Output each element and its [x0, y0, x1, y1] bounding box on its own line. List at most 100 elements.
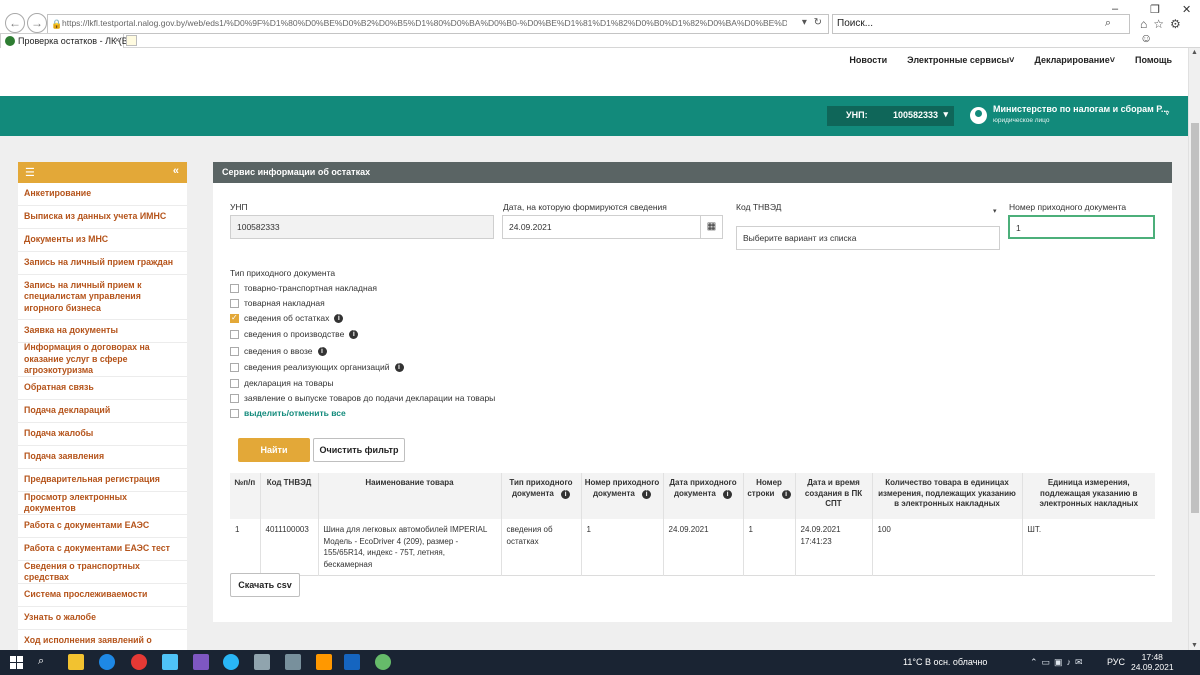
tab-close-icon[interactable]: ×: [115, 35, 120, 45]
file-explorer-icon[interactable]: [68, 654, 84, 670]
search-icon[interactable]: ⌕: [1105, 17, 1111, 30]
maximize-icon[interactable]: ❐: [1150, 3, 1160, 16]
nav-help[interactable]: Помощь: [1135, 55, 1172, 65]
col-header-doc-type[interactable]: Тип приходного документа i: [501, 473, 582, 519]
info-icon[interactable]: i: [781, 489, 791, 499]
info-icon[interactable]: i: [349, 329, 359, 339]
new-tab-button[interactable]: [126, 35, 137, 46]
sidebar-item-gaming-appointment[interactable]: Запись на личный прием к специалистам уп…: [18, 275, 187, 320]
doctype-option-tn[interactable]: товарная накладная: [230, 298, 325, 308]
sidebar-item-eaeu-documents[interactable]: Работа с документами ЕАЭС: [18, 515, 187, 538]
sidebar-item-citizen-appointment[interactable]: Запись на личный прием граждан: [18, 252, 187, 275]
back-icon[interactable]: ←: [5, 13, 25, 33]
user-app-icon[interactable]: [254, 654, 270, 670]
user-menu-chevron-icon[interactable]: ˅: [1165, 109, 1170, 118]
sidebar-item-preregistration[interactable]: Предварительная регистрация: [18, 469, 187, 492]
checkbox[interactable]: [230, 408, 239, 418]
info-icon[interactable]: i: [561, 489, 571, 499]
find-button[interactable]: Найти: [238, 438, 310, 462]
sidebar-item-survey[interactable]: Анкетирование: [18, 183, 187, 206]
doctype-option-sellers[interactable]: сведения реализующих организаций i: [230, 362, 404, 372]
checkbox-checked[interactable]: [230, 313, 239, 323]
doctype-option-ttn[interactable]: товарно-транспортная накладная: [230, 283, 377, 293]
messenger-icon[interactable]: [223, 654, 239, 670]
nav-declaration[interactable]: Декларирование˅: [1034, 55, 1115, 65]
page-scrollbar[interactable]: ▲ ▼: [1188, 48, 1200, 650]
select-all-option[interactable]: выделить/отменить все: [230, 408, 346, 418]
sidebar-item-imns-extract[interactable]: Выписка из данных учета ИМНС: [18, 206, 187, 229]
system-tray-icons[interactable]: ⌃▭▣♪✉: [1030, 657, 1087, 668]
tnved-select[interactable]: Выберите вариант из списка: [736, 226, 1000, 250]
tnved-chevron-down-icon[interactable]: ▾: [993, 207, 997, 215]
weather-widget[interactable]: 11°C В осн. облачно: [903, 657, 987, 667]
nav-news[interactable]: Новости: [849, 55, 887, 65]
app-icon[interactable]: [162, 654, 178, 670]
calendar-icon[interactable]: ▦: [701, 215, 723, 239]
doctype-option-release[interactable]: заявление о выпуске товаров до подачи де…: [230, 393, 495, 403]
info-icon[interactable]: i: [723, 489, 733, 499]
checkbox[interactable]: [230, 298, 239, 308]
sidebar-item-mns-documents[interactable]: Документы из МНС: [18, 229, 187, 252]
forward-icon[interactable]: →: [27, 13, 47, 33]
sidebar-item-eaeu-test[interactable]: Работа с документами ЕАЭС тест: [18, 538, 187, 561]
home-star-gear-icons[interactable]: ⌂☆⚙☺: [1140, 17, 1200, 45]
info-icon[interactable]: i: [394, 362, 404, 372]
checkbox[interactable]: [230, 393, 239, 403]
date-field[interactable]: 24.09.2021: [502, 215, 701, 239]
sidebar-item-application-progress[interactable]: Ход исполнения заявлений о: [18, 630, 187, 650]
language-indicator[interactable]: РУС: [1107, 657, 1125, 667]
minimize-icon[interactable]: –: [1112, 3, 1118, 15]
col-header-tnved[interactable]: Код ТНВЭД: [260, 473, 319, 519]
doctype-option-declaration[interactable]: декларация на товары: [230, 378, 334, 388]
select-all-link[interactable]: выделить/отменить все: [244, 408, 346, 418]
doctype-option-import[interactable]: сведения о ввозе i: [230, 346, 327, 356]
col-header-number[interactable]: №п/п: [230, 473, 261, 519]
info-icon[interactable]: i: [642, 489, 652, 499]
sidebar-item-application[interactable]: Подача заявления: [18, 446, 187, 469]
chrome-icon[interactable]: [131, 654, 147, 670]
doctype-option-remains[interactable]: сведения об остаткахi: [230, 313, 344, 323]
windows-start-icon[interactable]: [10, 656, 23, 669]
sidebar-item-agrotourism[interactable]: Информация о договорах на оказание услуг…: [18, 342, 187, 377]
sidebar-item-declarations[interactable]: Подача деклараций: [18, 400, 187, 423]
info-icon[interactable]: i: [334, 313, 344, 323]
refresh-icon[interactable]: ▾ ↻: [802, 17, 824, 28]
save-app-icon[interactable]: [193, 654, 209, 670]
globe-app-icon[interactable]: [375, 654, 391, 670]
user-app-2-icon[interactable]: [285, 654, 301, 670]
browser-tab[interactable]: Проверка остатков - ЛК (В... ×: [0, 33, 135, 48]
table-row[interactable]: 1 4011100003 Шина для легковых автомобил…: [230, 519, 1155, 576]
sidebar-item-complaint[interactable]: Подача жалобы: [18, 423, 187, 446]
clock[interactable]: 17:48 24.09.2021: [1131, 652, 1174, 672]
scroll-up-icon[interactable]: ▲: [1191, 49, 1198, 56]
bird-app-icon[interactable]: [316, 654, 332, 670]
search-icon[interactable]: ⌕: [38, 655, 44, 668]
user-name[interactable]: Министерство по налогам и сборам Р...: [993, 104, 1168, 114]
unp-selector[interactable]: УНП: 100582333 ▾: [827, 106, 954, 126]
scroll-thumb[interactable]: [1191, 123, 1199, 513]
collapse-icon[interactable]: «: [173, 165, 179, 177]
docnum-field[interactable]: 1: [1008, 215, 1155, 239]
hamburger-icon[interactable]: ☰: [25, 166, 35, 179]
checkbox[interactable]: [230, 362, 239, 372]
search-input[interactable]: Поиск... ⌕: [832, 14, 1130, 34]
col-header-doc-date[interactable]: Дата приходного документа i: [663, 473, 744, 519]
col-header-created[interactable]: Дата и время создания в ПК СПТ: [795, 473, 873, 519]
download-csv-button[interactable]: Скачать csv: [230, 573, 300, 597]
scroll-down-icon[interactable]: ▼: [1191, 642, 1198, 649]
col-header-product-name[interactable]: Наименование товара: [318, 473, 502, 519]
sidebar-item-vehicles[interactable]: Сведения о транспортных средствах: [18, 561, 187, 584]
sidebar-item-traceability[interactable]: Система прослеживаемости: [18, 584, 187, 607]
sidebar-item-complaint-status[interactable]: Узнать о жалобе: [18, 607, 187, 630]
checkbox[interactable]: [230, 329, 239, 339]
sidebar-item-document-request[interactable]: Заявка на документы: [18, 320, 187, 343]
word-icon[interactable]: [344, 654, 360, 670]
col-header-doc-number[interactable]: Номер приходного документа i: [581, 473, 664, 519]
sidebar-item-feedback[interactable]: Обратная связь: [18, 377, 187, 400]
clear-filter-button[interactable]: Очистить фильтр: [313, 438, 405, 462]
nav-e-services[interactable]: Электронные сервисы˅: [907, 55, 1014, 65]
info-icon[interactable]: i: [317, 346, 327, 356]
sidebar-item-e-documents[interactable]: Просмотр электронных документов: [18, 492, 187, 515]
address-bar[interactable]: 🔒 https://lkfl.testportal.nalog.gov.by/w…: [47, 14, 829, 34]
checkbox[interactable]: [230, 283, 239, 293]
